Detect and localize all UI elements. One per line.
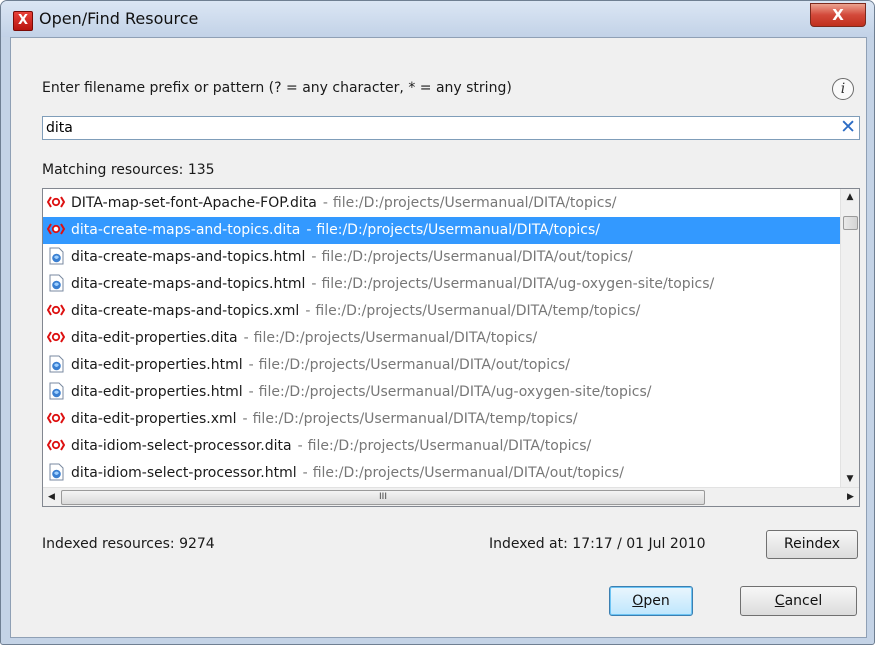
resource-name: dita-idiom-select-processor.dita [71,438,292,454]
open-button-rest: pen [643,593,670,609]
dialog-body: Enter filename prefix or pattern (? = an… [10,37,867,638]
resource-name: dita-edit-properties.dita [71,330,238,346]
scroll-down-icon[interactable]: ▼ [841,471,859,488]
vertical-scroll-thumb[interactable] [843,216,858,230]
close-button[interactable]: X [810,3,866,27]
path-separator: - [297,438,303,454]
matching-count-label: Matching resources: 135 [42,162,215,178]
path-separator: - [302,465,308,481]
html-file-icon [47,274,65,292]
resource-name: dita-create-maps-and-topics.html [71,276,306,292]
resource-path: file:/D:/projects/Usermanual/DITA/out/to… [321,249,633,265]
resource-path: file:/D:/projects/Usermanual/DITA/ug-oxy… [258,384,652,400]
indexed-at-label: Indexed at: 17:17 / 01 Jul 2010 [489,536,706,552]
resource-path: file:/D:/projects/Usermanual/DITA/topics… [316,222,601,238]
resource-path: file:/D:/projects/Usermanual/DITA/temp/t… [315,303,641,319]
html-file-icon [47,355,65,373]
list-item[interactable]: dita-create-maps-and-topics.html - file:/D… [43,271,841,298]
pattern-prompt-label: Enter filename prefix or pattern (? = an… [42,80,512,96]
resource-path: file:/D:/projects/Usermanual/DITA/out/to… [312,465,624,481]
open-button[interactable]: Open [609,586,693,616]
dialog-title: Open/Find Resource [39,9,199,28]
reindex-button[interactable]: Reindex [766,530,858,559]
dialog-window: X Open/Find Resource X Enter filename pr… [0,0,875,645]
resource-name: dita-edit-properties.html [71,384,243,400]
clear-search-icon[interactable]: ✕ [840,116,856,138]
results-list[interactable]: DITA-map-set-font-Apache-FOP.dita - file:/… [42,188,860,507]
dita-xml-icon [47,409,65,427]
path-separator: - [248,384,254,400]
resource-path: file:/D:/projects/Usermanual/DITA/topics… [332,195,617,211]
results-rows: DITA-map-set-font-Apache-FOP.dita - file:/… [43,190,841,488]
html-file-icon [47,247,65,265]
app-logo-icon: X [13,11,33,31]
list-item[interactable]: DITA-map-set-font-Apache-FOP.dita - file:/… [43,190,841,217]
html-file-icon [47,382,65,400]
resource-path: file:/D:/projects/Usermanual/DITA/topics… [253,330,538,346]
search-field[interactable]: ✕ [42,116,860,140]
scroll-up-icon[interactable]: ▲ [841,189,859,206]
list-item[interactable]: dita-edit-properties.html - file:/D:/proje… [43,379,841,406]
horizontal-scroll-thumb[interactable]: III [61,490,705,505]
indexed-resources-label: Indexed resources: 9274 [42,536,215,552]
horizontal-scrollbar[interactable]: ◀ III ▶ [43,487,859,506]
vertical-scrollbar[interactable]: ▲ ▼ [840,189,859,488]
html-file-icon [47,463,65,481]
cancel-button-mnemonic: C [774,593,785,609]
list-item[interactable]: dita-idiom-select-processor.dita - file:/D… [43,433,841,460]
resource-name: dita-create-maps-and-topics.xml [71,303,300,319]
resource-name: dita-create-maps-and-topics.dita [71,222,301,238]
path-separator: - [311,276,317,292]
list-item[interactable]: dita-create-maps-and-topics.html - file:/D… [43,244,841,271]
resource-name: dita-edit-properties.html [71,357,243,373]
title-bar[interactable]: X Open/Find Resource X [1,1,874,37]
dita-xml-icon [47,436,65,454]
path-separator: - [306,222,312,238]
info-icon[interactable]: i [832,78,854,100]
dita-xml-icon [47,193,65,211]
cancel-button[interactable]: Cancel [740,586,857,616]
resource-path: file:/D:/projects/Usermanual/DITA/out/to… [258,357,570,373]
resource-name: DITA-map-set-font-Apache-FOP.dita [71,195,317,211]
dita-xml-icon [47,301,65,319]
list-item[interactable]: dita-idiom-select-processor.html - file:/D… [43,460,841,487]
resource-name: dita-idiom-select-processor.html [71,465,297,481]
path-separator: - [243,330,249,346]
dita-xml-icon [47,328,65,346]
resource-name: dita-create-maps-and-topics.html [71,249,306,265]
resource-path: file:/D:/projects/Usermanual/DITA/temp/t… [252,411,578,427]
path-separator: - [248,357,254,373]
cancel-button-rest: ancel [784,593,823,609]
resource-name: dita-edit-properties.xml [71,411,237,427]
list-item[interactable]: dita-create-maps-and-topics.dita - file:/D… [43,217,841,244]
scroll-right-icon[interactable]: ▶ [842,488,859,506]
scroll-left-icon[interactable]: ◀ [43,488,60,506]
list-item[interactable]: dita-edit-properties.dita - file:/D:/proje… [43,325,841,352]
list-item[interactable]: dita-edit-properties.html - file:/D:/proje… [43,352,841,379]
path-separator: - [322,195,328,211]
open-button-mnemonic: O [632,593,644,609]
resource-path: file:/D:/projects/Usermanual/DITA/topics… [307,438,592,454]
dita-xml-icon [47,220,65,238]
path-separator: - [305,303,311,319]
search-input[interactable] [46,118,826,138]
path-separator: - [311,249,317,265]
path-separator: - [242,411,248,427]
resource-path: file:/D:/projects/Usermanual/DITA/ug-oxy… [321,276,715,292]
list-item[interactable]: dita-edit-properties.xml - file:/D:/projec… [43,406,841,433]
list-item[interactable]: dita-create-maps-and-topics.xml - file:/D:… [43,298,841,325]
